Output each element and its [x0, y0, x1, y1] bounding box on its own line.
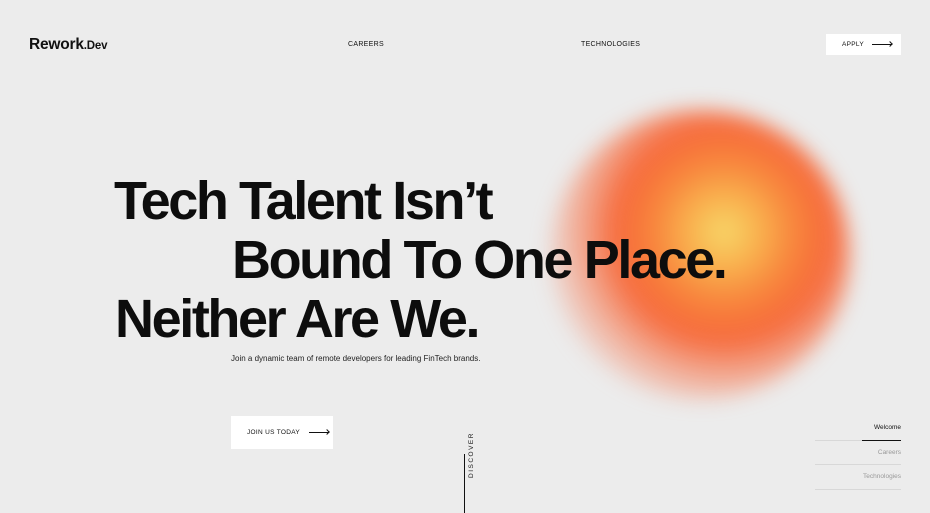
headline-line-2: Bound To One Place.	[232, 230, 728, 290]
section-nav-label: Careers	[877, 448, 901, 456]
section-nav-label: Welcome	[874, 424, 901, 431]
nav-careers-link[interactable]: CAREERS	[348, 41, 384, 48]
arrow-right-icon	[309, 432, 330, 433]
logo-suffix: .Dev	[83, 40, 108, 52]
section-nav: Welcome Careers Technologies	[815, 416, 901, 490]
apply-button[interactable]: APPLY	[826, 34, 901, 55]
headline-line-3: Neither Are We.	[115, 289, 481, 349]
join-us-button-label: JOIN US TODAY	[247, 429, 301, 436]
apply-button-label: APPLY	[842, 41, 864, 48]
landing-page: Rework.Dev CAREERS TECHNOLOGIES APPLY Te…	[0, 0, 930, 513]
discover-scroll-indicator[interactable]: DISCOVER	[464, 432, 484, 513]
logo[interactable]: Rework.Dev	[29, 36, 107, 54]
nav-technologies-link[interactable]: TECHNOLOGIES	[581, 41, 640, 48]
discover-line	[464, 454, 465, 513]
section-nav-item-technologies[interactable]: Technologies	[815, 465, 901, 490]
logo-main: Rework	[29, 36, 84, 53]
headline-line-1: Tech Talent Isn’t	[114, 171, 494, 231]
join-us-button[interactable]: JOIN US TODAY	[231, 416, 333, 449]
hero-subtitle: Join a dynamic team of remote developers…	[231, 354, 481, 363]
arrow-right-icon	[871, 44, 892, 45]
section-nav-item-careers[interactable]: Careers	[815, 441, 901, 465]
section-nav-item-welcome[interactable]: Welcome	[815, 416, 901, 441]
section-nav-label: Technologies	[863, 473, 901, 480]
discover-label: DISCOVER	[468, 432, 475, 478]
